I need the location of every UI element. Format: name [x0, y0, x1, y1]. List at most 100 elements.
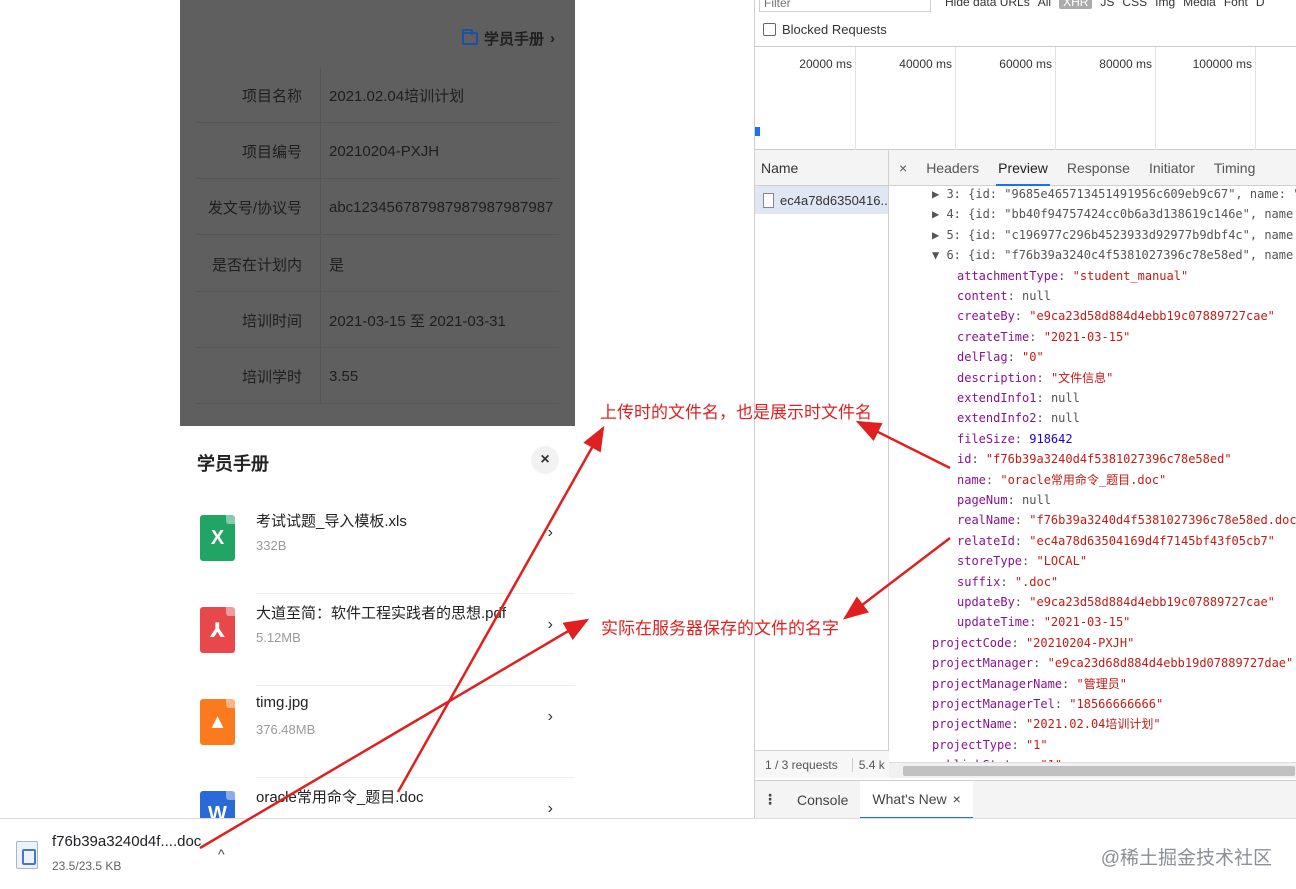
blocked-requests-option[interactable]: Blocked Requests	[763, 22, 887, 37]
json-line[interactable]: projectCode: "20210204-PXJH"	[932, 633, 1134, 653]
json-line[interactable]: createTime: "2021-03-15"	[957, 327, 1130, 347]
info-row: 培训时间 2021-03-15 至 2021-03-31	[180, 292, 575, 348]
json-line[interactable]: projectManagerName: "管理员"	[932, 674, 1127, 694]
filter-type-img[interactable]: Img	[1155, 0, 1175, 9]
json-line[interactable]: projectManager: "e9ca23d68d884d4ebb19d07…	[932, 653, 1293, 673]
request-row[interactable]: ec4a78d6350416...	[755, 186, 888, 214]
json-value: null	[1022, 289, 1051, 303]
json-line[interactable]: publishStatus: "1"	[932, 755, 1062, 762]
json-line[interactable]: ▼ 6: {id: "f76b39a3240c4f5381027396c78e5…	[932, 245, 1296, 265]
info-label: 培训学时	[241, 368, 302, 386]
file-item[interactable]: Woracle常用命令_题目.doc ›	[180, 778, 575, 818]
json-colon: :	[971, 452, 986, 467]
json-line[interactable]: relateId: "ec4a78d63504169d4f7145bf43f05…	[957, 531, 1275, 551]
info-value: 3.55	[320, 348, 575, 404]
json-line[interactable]: updateTime: "2021-03-15"	[957, 612, 1130, 632]
json-line[interactable]: ▶ 3: {id: "9685e465713451491956c609eb9c6…	[932, 186, 1296, 204]
json-line[interactable]: suffix: ".doc"	[957, 572, 1058, 592]
json-value: null	[1050, 411, 1080, 426]
filter-input[interactable]	[759, 0, 931, 12]
json-value: "oracle常用命令_题目.doc"	[1000, 472, 1167, 487]
tab-initiator[interactable]: Initiator	[1149, 160, 1195, 176]
json-line[interactable]: updateBy: "e9ca23d58d884d4ebb19c07889727…	[957, 592, 1275, 612]
filter-type-all[interactable]: All	[1038, 0, 1051, 9]
blocked-requests-checkbox[interactable]	[763, 23, 776, 36]
timeline-request-bar	[755, 127, 760, 136]
tab-console[interactable]: Console	[785, 781, 860, 819]
tab-preview[interactable]: Preview	[996, 160, 1050, 186]
name-column-header[interactable]: Name	[755, 150, 888, 186]
json-line[interactable]: ▶ 4: {id: "bb40f94757424cc0b6a3d138619c1…	[932, 204, 1296, 224]
close-details-button[interactable]: ×	[899, 160, 907, 176]
tab-response[interactable]: Response	[1067, 160, 1130, 176]
json-expander[interactable]: ▶ 4:	[932, 207, 968, 221]
json-line[interactable]: storeType: "LOCAL"	[957, 551, 1087, 571]
json-summary: {id: "c196977c296b4523933d92977b9dbf4c",…	[968, 227, 1296, 242]
json-line[interactable]: content: null	[957, 286, 1051, 306]
filter-type-xhr[interactable]: XHR	[1059, 0, 1093, 9]
filter-type-d[interactable]: D	[1256, 0, 1265, 9]
file-item[interactable]: ▲ timg.jpg 376.48MB ›	[180, 686, 575, 778]
filter-type-media[interactable]: Media	[1183, 0, 1216, 9]
json-key: delFlag	[957, 350, 1008, 365]
json-expander[interactable]: ▶ 3:	[932, 187, 968, 201]
json-line[interactable]: projectType: "1"	[932, 735, 1048, 755]
timeline-tick: 60000 ms	[999, 47, 1056, 151]
json-key: projectCode	[932, 635, 1012, 650]
download-filename[interactable]: f76b39a3240d4f....doc	[52, 833, 201, 850]
file-name: 大道至简：软件工程实践者的思想.pdf	[256, 605, 507, 622]
chevron-right-icon: ›	[547, 524, 553, 541]
download-options-button[interactable]: ^	[218, 846, 225, 862]
json-line[interactable]: projectName: "2021.02.04培训计划"	[932, 714, 1161, 734]
json-preview[interactable]: ▶ 3: {id: "9685e465713451491956c609eb9c6…	[889, 186, 1296, 762]
json-colon: :	[985, 472, 1001, 487]
json-line[interactable]: pageNum: null	[957, 490, 1051, 510]
json-line[interactable]: projectManagerTel: "18566666666"	[932, 694, 1163, 714]
info-label: 项目编号	[241, 143, 302, 161]
json-value: "ec4a78d63504169d4f7145bf43f05cb7"	[1029, 533, 1275, 548]
tab-timing[interactable]: Timing	[1214, 160, 1256, 176]
json-line[interactable]: fileSize: 918642	[957, 429, 1073, 449]
filter-type-hide-data-urls[interactable]: Hide data URLs	[945, 0, 1030, 9]
timeline-tick-label: 60000 ms	[999, 57, 1052, 71]
json-expander[interactable]: ▼ 6:	[932, 248, 968, 262]
json-line[interactable]: createBy: "e9ca23d58d884d4ebb19c07889727…	[957, 306, 1275, 326]
info-row: 是否在计划内是	[180, 236, 575, 292]
json-line[interactable]: name: "oracle常用命令_题目.doc"	[957, 470, 1166, 490]
file-item[interactable]: X 考试试题_导入模板.xls 332B ›	[180, 502, 575, 594]
scrollbar-thumb[interactable]	[903, 766, 1295, 776]
filter-type-js[interactable]: JS	[1100, 0, 1114, 9]
json-value: "LOCAL"	[1036, 554, 1088, 569]
tab-whats-new[interactable]: What's New ×	[860, 780, 973, 818]
close-icon[interactable]: ×	[953, 791, 961, 807]
json-value: null	[1050, 391, 1080, 405]
horizontal-scrollbar[interactable]	[889, 762, 1296, 778]
json-line[interactable]: extendInfo1: null	[957, 388, 1080, 408]
json-line[interactable]: description: "文件信息"	[957, 368, 1113, 388]
filter-type-css[interactable]: CSS	[1122, 0, 1147, 9]
json-expander[interactable]: ▶ 5:	[932, 228, 968, 242]
json-summary: {id: "9685e465713451491956c609eb9c67", n…	[968, 187, 1296, 201]
json-line[interactable]: ▶ 5: {id: "c196977c296b4523933d92977b9db…	[932, 225, 1296, 245]
student-manual-link[interactable]: 学员手册 ›	[461, 26, 555, 50]
json-line[interactable]: extendInfo2: null	[957, 408, 1080, 428]
timeline-tick: 80000 ms	[1099, 47, 1156, 151]
info-label: 培训时间	[241, 312, 302, 330]
close-button[interactable]: ×	[531, 446, 559, 474]
download-progress: 23.5/23.5 KB	[52, 859, 122, 873]
more-icon[interactable]: ⋮	[755, 791, 785, 808]
transfer-size: 5.4 k	[851, 757, 885, 772]
network-timeline[interactable]: 20000 ms 40000 ms 60000 ms 80000 ms 100000 m…	[755, 46, 1296, 151]
json-line[interactable]: realName: "f76b39a3240d4f5381027396c78e5…	[957, 510, 1296, 530]
json-value: "0"	[1022, 350, 1044, 365]
filter-type-font[interactable]: Font	[1224, 0, 1248, 9]
json-colon: :	[1000, 574, 1015, 589]
json-value: "20210204-PXJH"	[1025, 635, 1135, 650]
json-line[interactable]: attachmentType: "student_manual"	[957, 266, 1188, 286]
tab-headers[interactable]: Headers	[926, 160, 979, 176]
json-line[interactable]: delFlag: "0"	[957, 347, 1044, 367]
json-key: id	[957, 452, 972, 467]
json-colon: :	[1036, 411, 1051, 426]
file-item[interactable]: ⅄ 大道至简：软件工程实践者的思想.pdf 5.12MB ›	[180, 594, 575, 686]
json-line[interactable]: id: "f76b39a3240d4f5381027396c78e58ed"	[957, 449, 1232, 469]
